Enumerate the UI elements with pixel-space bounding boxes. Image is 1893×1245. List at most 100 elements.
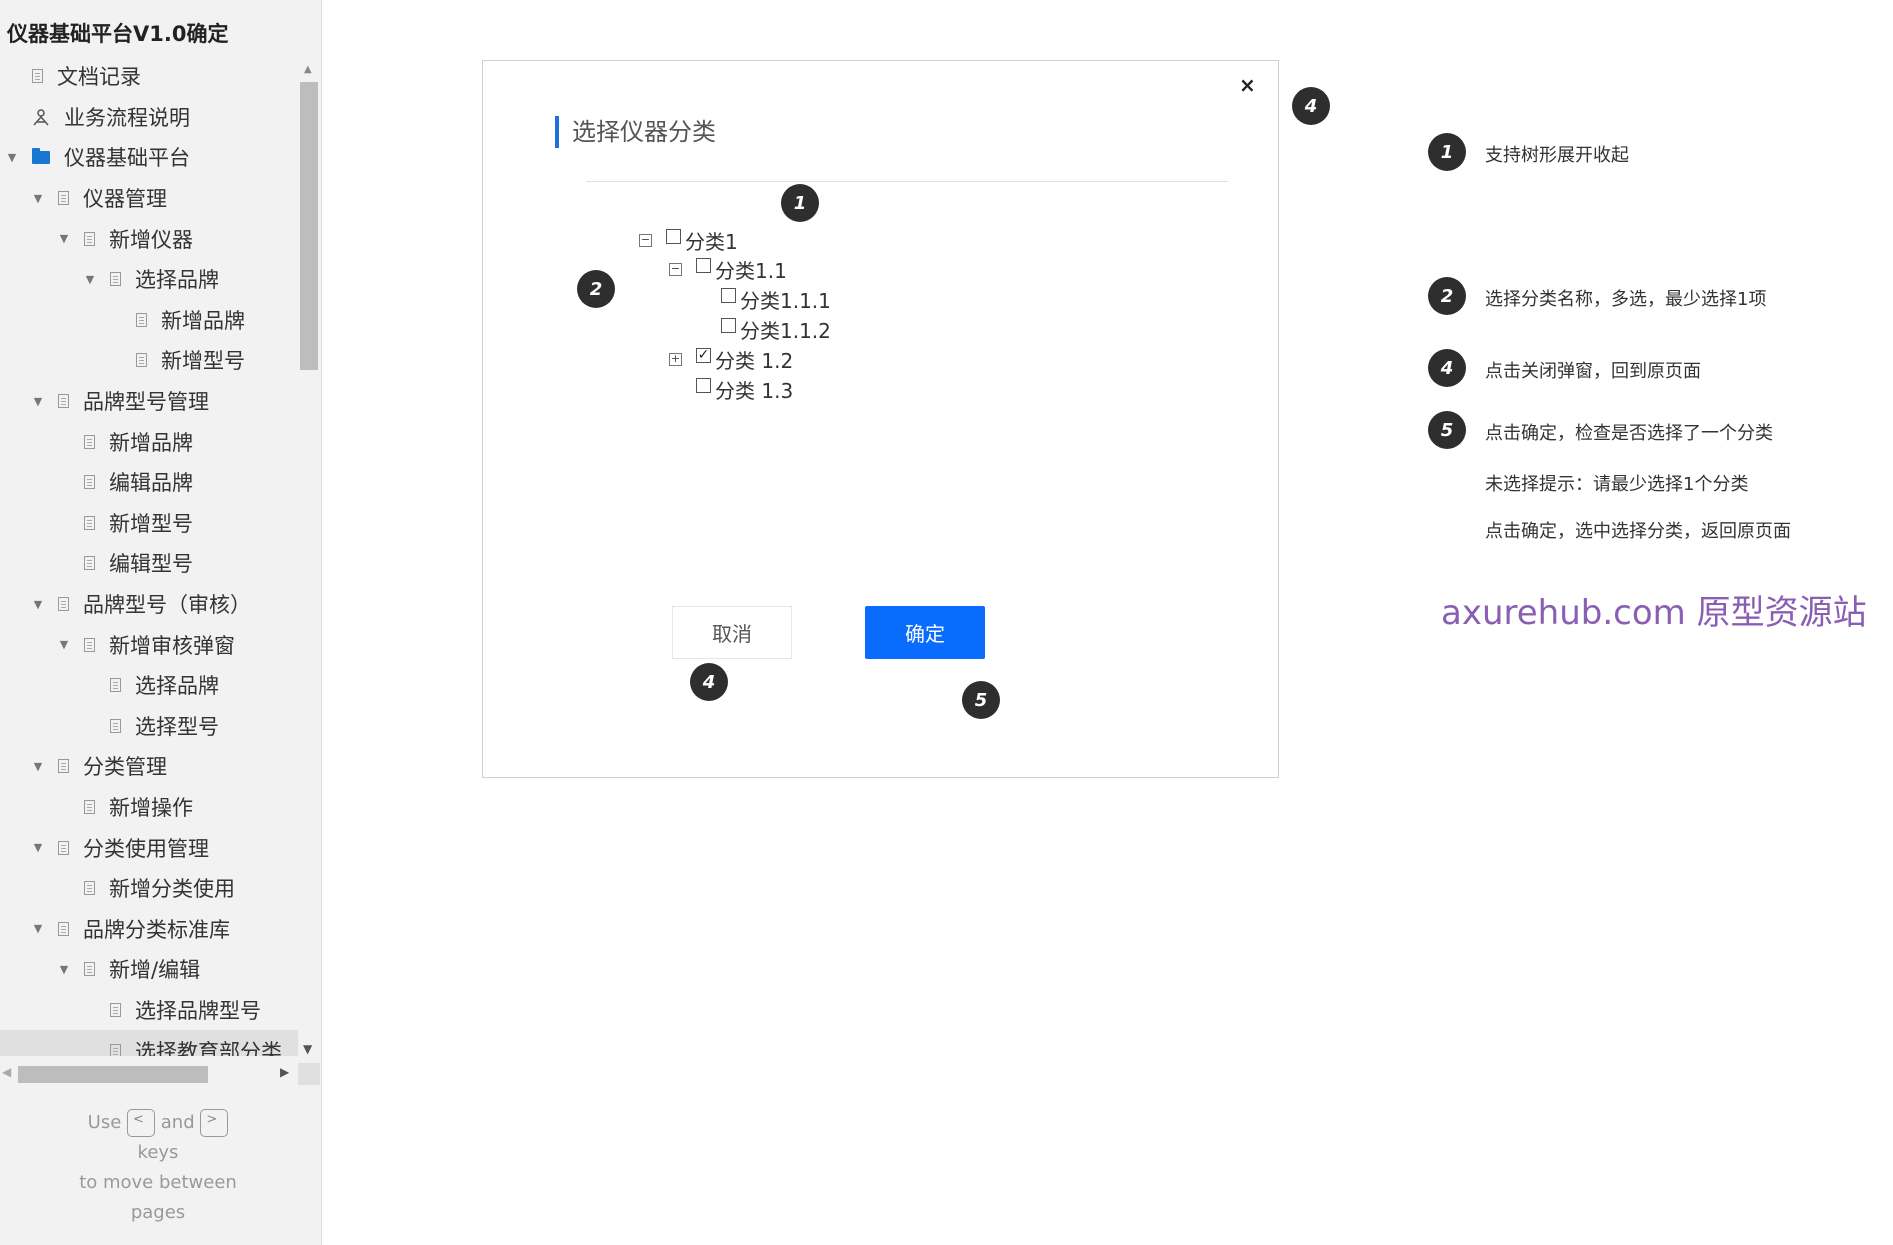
sitemap-item[interactable]: ▼新增分类使用 [0, 868, 298, 909]
sitemap-item[interactable]: ▼选择品牌型号 [0, 990, 298, 1031]
scroll-right-arrow-icon[interactable]: ▶ [280, 1065, 289, 1079]
sitemap-item-label: 编辑型号 [109, 552, 193, 577]
sitemap-sidebar: 仪器基础平台V1.0确定 ▼文档记录▼业务流程说明▼仪器基础平台▼仪器管理▼新增… [0, 0, 322, 1245]
folder-icon [32, 147, 50, 164]
expand-plus-icon[interactable]: + [669, 353, 682, 366]
sitemap-item[interactable]: ▼ 新增/编辑 [0, 949, 298, 990]
scroll-left-arrow-icon[interactable]: ◀ [2, 1065, 11, 1079]
collapse-triangle-icon[interactable]: ▼ [28, 395, 48, 408]
sitemap-item[interactable]: ▼业务流程说明 [0, 97, 298, 138]
sitemap-item[interactable]: ▼编辑型号 [0, 543, 298, 584]
collapse-triangle-icon[interactable]: ▼ [28, 841, 48, 854]
category-label: 分类 1.3 [715, 379, 794, 403]
watermark-text: axurehub.com 原型资源站 [1441, 593, 1867, 633]
sitemap-item-label: 选择品牌型号 [135, 998, 261, 1023]
checkbox[interactable] [721, 318, 736, 333]
category-label: 分类1.1.1 [740, 289, 831, 313]
sitemap-item-label: 选择品牌 [135, 674, 219, 699]
collapse-minus-icon[interactable]: − [669, 263, 682, 276]
sitemap-item-label: 品牌分类标准库 [83, 917, 230, 942]
sitemap-item[interactable]: ▼新增型号 [0, 503, 298, 544]
sitemap-item-label: 仪器基础平台 [64, 146, 190, 171]
sitemap-item[interactable]: ▼选择型号 [0, 706, 298, 747]
sitemap-item[interactable]: ▼ 新增审核弹窗 [0, 624, 298, 665]
sitemap-item[interactable]: ▼ 仪器管理 [0, 178, 298, 219]
confirm-button[interactable]: 确定 [865, 606, 985, 659]
sitemap-item-label: 选择型号 [135, 714, 219, 739]
sitemap-item[interactable]: ▼新增品牌 [0, 421, 298, 462]
horizontal-scroll-thumb[interactable] [18, 1066, 208, 1083]
sitemap-item[interactable]: ▼新增操作 [0, 787, 298, 828]
page-icon [58, 394, 69, 409]
note-text: 点击关闭弹窗，回到原页面 [1485, 361, 1701, 382]
sitemap-item[interactable]: ▼选择品牌 [0, 665, 298, 706]
sitemap-item-label: 选择教育部分类 [135, 1039, 282, 1056]
page-icon [84, 231, 95, 246]
note-marker: 4 [1428, 349, 1466, 387]
collapse-triangle-icon[interactable]: ▼ [54, 638, 74, 651]
page-icon [84, 962, 95, 977]
page-icon [58, 840, 69, 855]
collapse-triangle-icon[interactable]: ▼ [28, 760, 48, 773]
select-category-dialog: × 选择仪器分类 − 分类1− 分类1.1 分类1.1.1 分类1.1.2 + ✓ 分类 1.… [482, 60, 1279, 778]
sitemap-item[interactable]: ▼ 品牌分类标准库 [0, 908, 298, 949]
checkbox[interactable] [696, 378, 711, 393]
page-icon [110, 1043, 121, 1056]
cancel-button[interactable]: 取消 [672, 606, 792, 659]
sitemap-item[interactable]: ▼新增品牌 [0, 300, 298, 341]
annotation-marker-tree: 1 [781, 184, 819, 222]
sitemap-item-label: 新增品牌 [109, 430, 193, 455]
collapse-triangle-icon[interactable]: ▼ [54, 232, 74, 245]
sitemap-item[interactable]: ▼ 仪器基础平台 [0, 137, 298, 178]
checkbox-checked[interactable]: ✓ [696, 348, 711, 363]
sitemap-item-label: 新增审核弹窗 [109, 633, 235, 658]
checkbox[interactable] [696, 258, 711, 273]
note-text: 点击确定，选中选择分类，返回原页面 [1485, 521, 1791, 542]
sitemap-item[interactable]: ▼ 分类使用管理 [0, 827, 298, 868]
sitemap-item-label: 新增仪器 [109, 227, 193, 252]
page-icon [84, 515, 95, 530]
page-icon [58, 921, 69, 936]
sitemap-item[interactable]: ▼ 品牌型号（审核） [0, 584, 298, 625]
collapse-triangle-icon[interactable]: ▼ [28, 192, 48, 205]
note-text: 未选择提示：请最少选择1个分类 [1485, 474, 1749, 495]
prev-page-key-icon: < [127, 1109, 156, 1137]
sitemap-item[interactable]: ▼ 品牌型号管理 [0, 381, 298, 422]
note-text: 选择分类名称，多选，最少选择1项 [1485, 289, 1767, 310]
sitemap-item-label: 新增分类使用 [109, 877, 235, 902]
collapse-minus-icon[interactable]: − [639, 234, 652, 247]
sitemap-item[interactable]: ▼ 新增仪器 [0, 218, 298, 259]
scroll-down-arrow-icon[interactable]: ▼ [303, 1042, 312, 1056]
collapse-triangle-icon[interactable]: ▼ [80, 273, 100, 286]
title-divider [586, 181, 1228, 182]
note-marker: 5 [1428, 411, 1466, 449]
collapse-triangle-icon[interactable]: ▼ [28, 598, 48, 611]
category-node: − 分类1.1 [669, 255, 787, 284]
sitemap-item[interactable]: ▼ 分类管理 [0, 746, 298, 787]
sitemap-item[interactable]: ▼文档记录 [0, 56, 298, 97]
category-label: 分类1 [685, 230, 738, 254]
sitemap-item-label: 分类管理 [83, 755, 167, 780]
page-icon [84, 556, 95, 571]
hint-move-text: to move between [79, 1172, 237, 1193]
scroll-up-arrow-icon[interactable]: ▲ [304, 64, 312, 75]
sitemap-item[interactable]: ▼编辑品牌 [0, 462, 298, 503]
horizontal-scrollbar[interactable]: ◀ ▶ [0, 1063, 298, 1085]
sitemap-item[interactable]: ▼新增型号 [0, 340, 298, 381]
close-icon[interactable]: × [1239, 73, 1256, 97]
page-icon [58, 191, 69, 206]
page-icon [136, 312, 147, 327]
category-label: 分类1.1 [715, 259, 787, 283]
sitemap-item[interactable]: ▼选择教育部分类 [0, 1030, 298, 1056]
collapse-triangle-icon[interactable]: ▼ [28, 922, 48, 935]
collapse-triangle-icon[interactable]: ▼ [54, 963, 74, 976]
sitemap-item[interactable]: ▼选择品牌 [0, 259, 298, 300]
sitemap-item-label: 文档记录 [57, 65, 141, 90]
collapse-triangle-icon[interactable]: ▼ [2, 151, 22, 164]
vertical-scrollbar[interactable]: ▲ ▼ [298, 64, 320, 1059]
note-marker: 2 [1428, 277, 1466, 315]
checkbox[interactable] [666, 229, 681, 244]
sitemap-item-label: 新增/编辑 [109, 958, 201, 983]
checkbox[interactable] [721, 288, 736, 303]
vertical-scroll-thumb[interactable] [300, 82, 318, 370]
